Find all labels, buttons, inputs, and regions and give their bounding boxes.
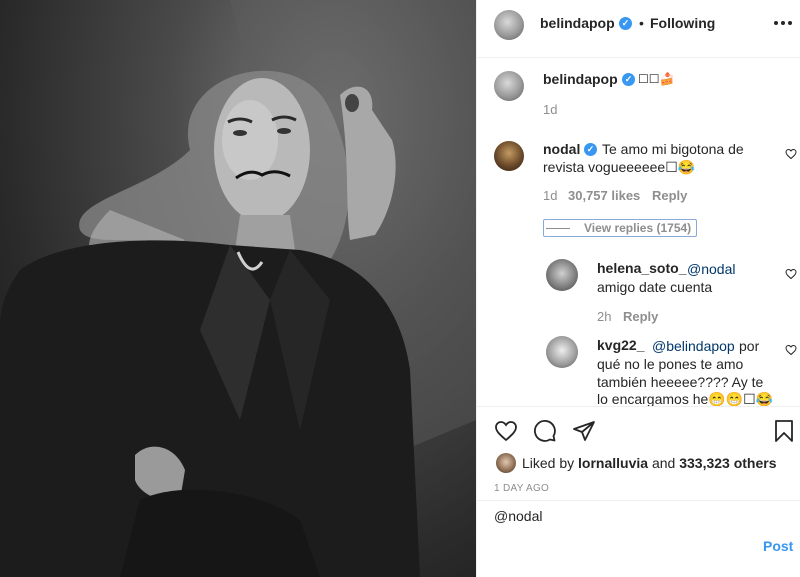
author-username[interactable]: belindapop <box>540 15 615 31</box>
reply-username[interactable]: kvg22_ <box>597 337 644 353</box>
heart-icon[interactable] <box>494 419 518 443</box>
verified-badge-icon: ✓ <box>619 17 632 30</box>
caption-text: ☐☐🍰 <box>638 72 675 86</box>
bookmark-icon[interactable] <box>772 419 796 443</box>
heart-icon[interactable] <box>785 344 797 356</box>
view-replies-toggle[interactable]: View replies (1754) <box>543 219 697 237</box>
likes-and: and <box>651 455 676 471</box>
reply-text: amigo date cuenta <box>597 279 713 295</box>
verified-badge-icon: ✓ <box>622 73 635 86</box>
reply-text: lo encargamos he😁😁☐😂 <box>597 391 774 406</box>
reply-reply-button[interactable]: Reply <box>623 309 658 324</box>
add-comment-bar: @nodal Post <box>477 500 800 577</box>
comment-reply-button[interactable]: Reply <box>652 188 687 203</box>
heart-icon[interactable] <box>785 268 797 280</box>
post-photo[interactable] <box>0 0 476 577</box>
post-timestamp[interactable]: 1 DAY AGO <box>494 483 549 494</box>
reply-mention[interactable]: @nodal <box>687 260 735 278</box>
likes-count[interactable]: 333,323 others <box>679 455 776 471</box>
follow-separator: • <box>639 15 644 31</box>
header-divider <box>477 57 800 58</box>
reply-text: también heeeee???? Ay te <box>597 374 764 390</box>
reply-avatar[interactable] <box>546 259 578 291</box>
liker-username[interactable]: lornalluvia <box>578 455 648 471</box>
photo-illustration <box>0 0 476 577</box>
author-avatar[interactable] <box>494 10 524 40</box>
comment-text: Te amo mi bigotona de revista vogueeeeee… <box>543 141 744 175</box>
reply-text: qué no le pones te amo <box>597 356 744 372</box>
post-sidebar: belindapop ✓ • Following belindapop ✓ ☐☐… <box>476 0 800 577</box>
caption-time[interactable]: 1d <box>543 102 557 117</box>
actions-divider <box>477 406 800 407</box>
comment-likes[interactable]: 30,757 likes <box>568 188 640 203</box>
comment-avatar[interactable] <box>494 141 524 171</box>
comment-icon[interactable] <box>533 419 557 443</box>
likes-prefix: Liked by <box>522 455 575 471</box>
comment-input[interactable]: @nodal <box>494 507 542 525</box>
liker-avatar[interactable] <box>496 453 516 473</box>
reply-username[interactable]: helena_soto_ <box>597 260 686 276</box>
reply-avatar[interactable] <box>546 336 578 368</box>
heart-icon[interactable] <box>785 148 797 160</box>
likes-summary: Liked by lornalluvia and 333,323 others <box>522 455 777 471</box>
comment-time[interactable]: 1d <box>543 188 557 203</box>
post-comment-button[interactable]: Post <box>763 538 793 554</box>
reply-text: por <box>739 338 760 354</box>
following-button[interactable]: Following <box>650 15 715 31</box>
caption-avatar[interactable] <box>494 71 524 101</box>
reply-mention[interactable]: @belindapop <box>652 337 735 355</box>
reply-time[interactable]: 2h <box>597 309 611 324</box>
post-header: belindapop ✓ • Following <box>477 0 800 48</box>
view-replies-label: View replies (1754) <box>584 221 692 235</box>
more-horizontal-icon[interactable] <box>773 20 793 26</box>
caption-username[interactable]: belindapop <box>543 71 618 87</box>
share-icon[interactable] <box>572 419 596 443</box>
view-replies-line <box>546 228 570 229</box>
